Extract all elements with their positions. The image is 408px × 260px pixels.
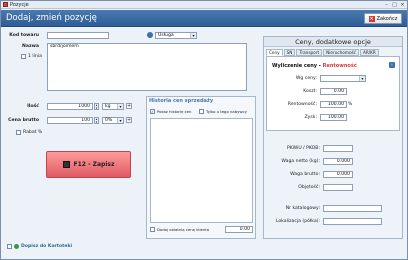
wg-ceny-select[interactable]: ▾ [320, 75, 366, 82]
lokalizacja-label: Lokalizacja (półka): [275, 219, 320, 224]
dopisz-checkbox[interactable] [7, 244, 12, 249]
only-buyer-label: Tylko u tego nabywcy [206, 109, 247, 114]
calc-title-prefix: Wyliczenie ceny - [272, 63, 323, 69]
zysk-input[interactable]: 100.00 [320, 114, 347, 121]
app-icon [3, 2, 8, 7]
lokalizacja-input[interactable] [323, 218, 382, 225]
maximize-icon[interactable]: □ [391, 2, 398, 8]
pkwiu-input[interactable] [323, 145, 353, 152]
wg-ceny-label: Wg ceny: [295, 76, 317, 81]
rentownosc-unit: % [348, 102, 353, 107]
close-icon[interactable]: × [399, 2, 406, 8]
waga-brutto-input[interactable]: 0.000 [323, 171, 353, 178]
history-title: Historia cen sprzedaży [149, 98, 214, 104]
nazwa-label: Nazwa [22, 44, 39, 49]
extra-fields: PKWiU / PKOB: Waga netto (kg): 0.000 Wag… [266, 142, 400, 236]
prices-options-title: Ceny, dodatkowe opcje [264, 37, 402, 47]
add-last-price-checkbox[interactable] [150, 227, 155, 232]
minimize-icon[interactable]: – [383, 2, 390, 8]
waga-netto-input[interactable]: 0.000 [323, 158, 353, 165]
show-history-label: Pokaż historię cen [157, 109, 192, 114]
window-title: Pozycje [10, 1, 29, 8]
close-button-label: Zakończ [376, 15, 398, 22]
unit-select[interactable]: kg ▾ [102, 103, 124, 110]
tab-arkr[interactable]: AR/KR [360, 49, 379, 56]
dopisz-label: Dopisz do Kartoteki [21, 244, 73, 249]
cena-input[interactable]: 100 [47, 117, 93, 124]
cena-label: Cena brutto [8, 118, 39, 123]
unit-select-value: kg [105, 104, 111, 109]
ilosc-spinner[interactable]: ▴ ▾ [94, 103, 99, 110]
type-select-value: Usługa [158, 33, 174, 38]
type-select[interactable]: Usługa ▾ [155, 32, 197, 39]
rabat-label: Rabat % [23, 130, 43, 135]
add-vat-button[interactable]: + [126, 117, 132, 123]
vat-select-value: 0% [105, 118, 113, 123]
rabat-checkbox[interactable] [16, 130, 21, 135]
nr-katalogowy-input[interactable] [323, 205, 382, 212]
vat-select[interactable]: 0% ▾ [102, 117, 124, 124]
page-title: Dodaj, zmień pozycję [6, 13, 97, 23]
save-button[interactable]: F12 - Zapisz [46, 151, 131, 178]
history-list[interactable] [150, 118, 253, 223]
calc-title: Wyliczenie ceny - Rentowność [272, 63, 357, 69]
show-history-checkbox[interactable]: ✓ [150, 109, 155, 114]
chevron-down-icon: ▾ [359, 76, 365, 81]
chevron-down-icon: ▾ [190, 33, 196, 38]
calc-title-highlight: Rentowność [322, 63, 357, 69]
zysk-label: Zysk: [304, 115, 317, 120]
add-unit-button[interactable]: + [126, 103, 132, 109]
position-dialog: Pozycje – □ × Dodaj, zmień pozycję × Zak… [0, 0, 408, 260]
options-tabs: Ceny SN Transport Nieruchomość AR/KR [266, 49, 379, 56]
price-history-panel: Historia cen sprzedaży ✓ Pokaż historię … [146, 96, 256, 239]
objetosc-label: Objętość: [298, 185, 320, 190]
rentownosc-input[interactable]: 100.00 [320, 101, 347, 108]
koszt-input[interactable]: 0.00 [320, 88, 347, 95]
chevron-down-icon: ▾ [117, 104, 123, 109]
last-price-value: 0.00 [225, 226, 253, 233]
title-bar: Pozycje – □ × [1, 1, 407, 9]
tab-ceny[interactable]: Ceny [266, 49, 283, 56]
add-last-price-label: Dodaj ostatnią cenę klienta [157, 227, 210, 232]
kartoteka-icon [14, 244, 19, 249]
kod-label: Kod towaru [9, 33, 39, 38]
close-button[interactable]: × Zakończ [364, 13, 402, 24]
rentownosc-label: Rentowność: [287, 102, 317, 107]
save-button-label: F12 - Zapisz [73, 161, 115, 168]
tab-transport[interactable]: Transport [296, 49, 323, 56]
pkwiu-label: PKWiU / PKOB: [286, 146, 320, 151]
one-line-checkbox[interactable] [21, 54, 26, 59]
tab-sn[interactable]: SN [283, 49, 296, 56]
nr-katalogowy-label: Nr katalogowy: [285, 206, 320, 211]
tab-nieruchomosc[interactable]: Nieruchomość [323, 49, 359, 56]
cena-spinner[interactable]: ▴ ▾ [94, 117, 99, 124]
tab-ceny-pane: Wyliczenie ceny - Rentowność i Wg ceny: … [266, 56, 400, 131]
koszt-label: Koszt: [303, 89, 317, 94]
objetosc-input[interactable] [323, 184, 353, 191]
ilosc-input[interactable]: 1000 [47, 103, 93, 110]
save-disk-icon [62, 161, 70, 168]
exit-icon: × [368, 15, 375, 22]
waga-netto-label: Waga netto (kg): [281, 159, 320, 164]
prices-options-panel: Ceny, dodatkowe opcje Ceny SN Transport … [263, 36, 403, 239]
page-header: Dodaj, zmień pozycję × Zakończ [1, 10, 407, 27]
nazwa-textarea[interactable]: sbrd/joimem [47, 43, 247, 91]
ilosc-label: Ilość [27, 104, 39, 109]
waga-brutto-label: Waga brutto: [290, 172, 320, 177]
only-buyer-checkbox[interactable] [199, 109, 204, 114]
info-icon[interactable]: i [389, 62, 395, 68]
one-line-label: 1 linia [28, 54, 42, 59]
kod-input[interactable] [47, 32, 109, 39]
chevron-down-icon: ▾ [117, 118, 123, 123]
service-icon [147, 32, 153, 38]
